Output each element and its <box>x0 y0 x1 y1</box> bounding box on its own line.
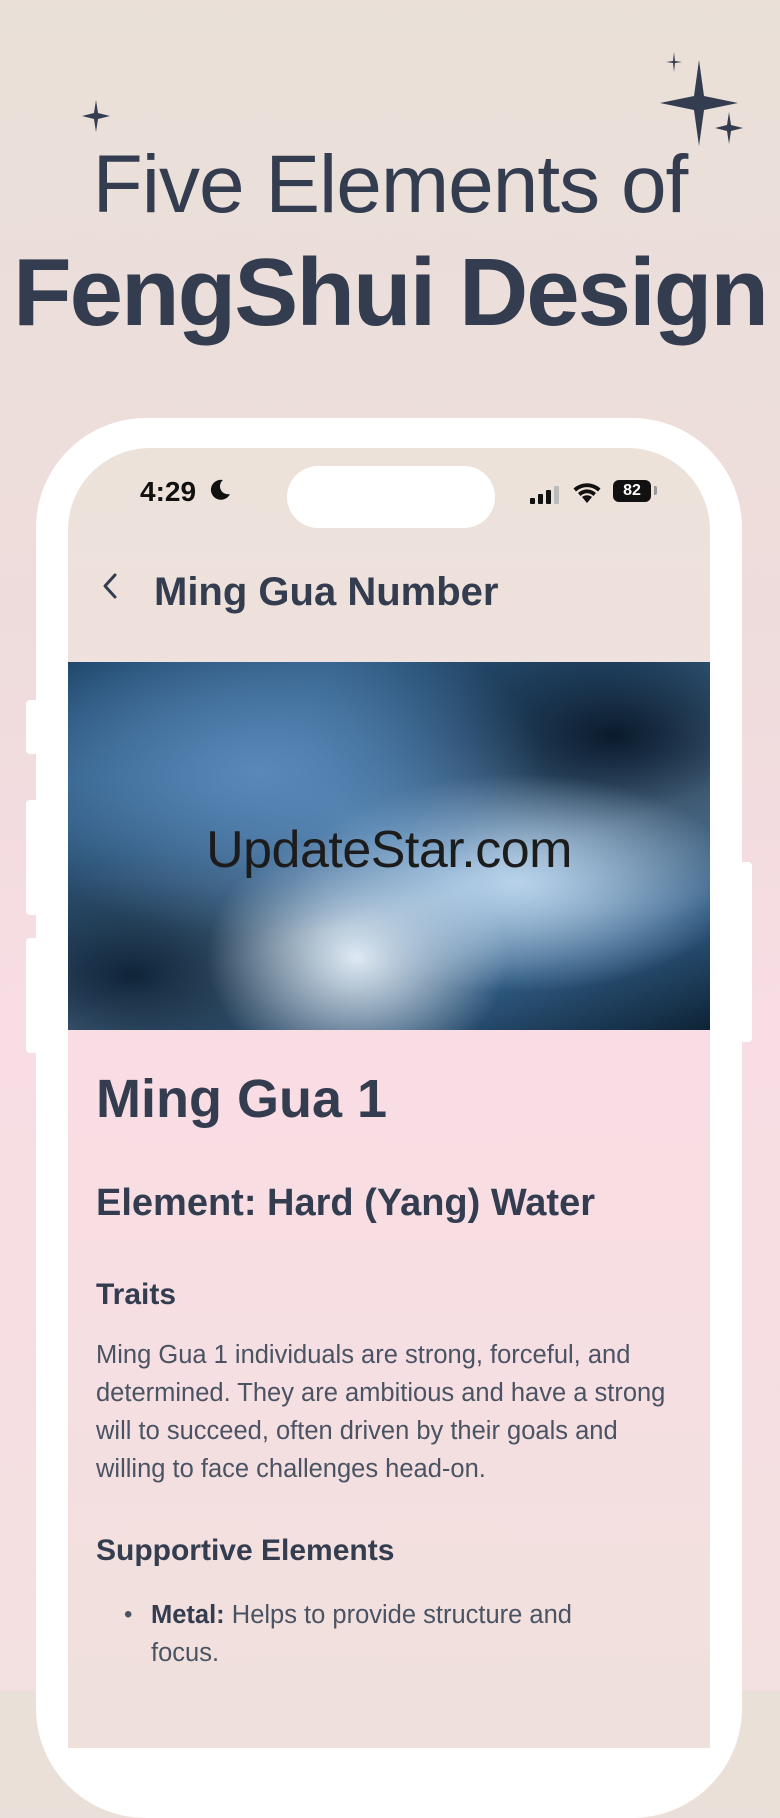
dynamic-island <box>287 466 495 528</box>
list-item-text: Metal: Helps to provide structure and fo… <box>151 1596 584 1672</box>
hero-image-ocean-waves: UpdateStar.com <box>68 662 710 1030</box>
supportive-heading: Supportive Elements <box>96 1534 395 1567</box>
list-item: • Metal: Helps to provide structure and … <box>124 1596 584 1672</box>
supportive-list: • Metal: Helps to provide structure and … <box>124 1596 584 1672</box>
status-time: 4:29 <box>140 476 197 507</box>
list-item-name: Metal: <box>151 1601 225 1629</box>
headline-line2: FengShui Design <box>12 239 769 346</box>
hero-watermark: UpdateStar.com <box>206 821 572 879</box>
traits-body: Ming Gua 1 individuals are strong, force… <box>96 1341 666 1483</box>
wifi-icon <box>573 483 601 503</box>
nav-title: Ming Gua Number <box>154 570 499 614</box>
moon-icon <box>210 479 230 500</box>
signal-icon <box>530 486 559 504</box>
battery-cap <box>654 486 657 495</box>
headline-line1: Five Elements of <box>92 139 689 230</box>
back-chevron-icon <box>103 573 117 599</box>
traits-heading: Traits <box>96 1278 177 1311</box>
sparkle-icon <box>82 100 110 132</box>
element-heading: Element: Hard (Yang) Water <box>96 1182 596 1224</box>
back-button[interactable] <box>90 566 130 606</box>
phone-screen: 4:29 82 Ming Gua Number UpdateStar.com M… <box>68 448 710 1748</box>
bullet-icon: • <box>124 1601 133 1628</box>
battery-icon: 82 <box>613 480 651 502</box>
content-title: Ming Gua 1 <box>96 1069 388 1129</box>
